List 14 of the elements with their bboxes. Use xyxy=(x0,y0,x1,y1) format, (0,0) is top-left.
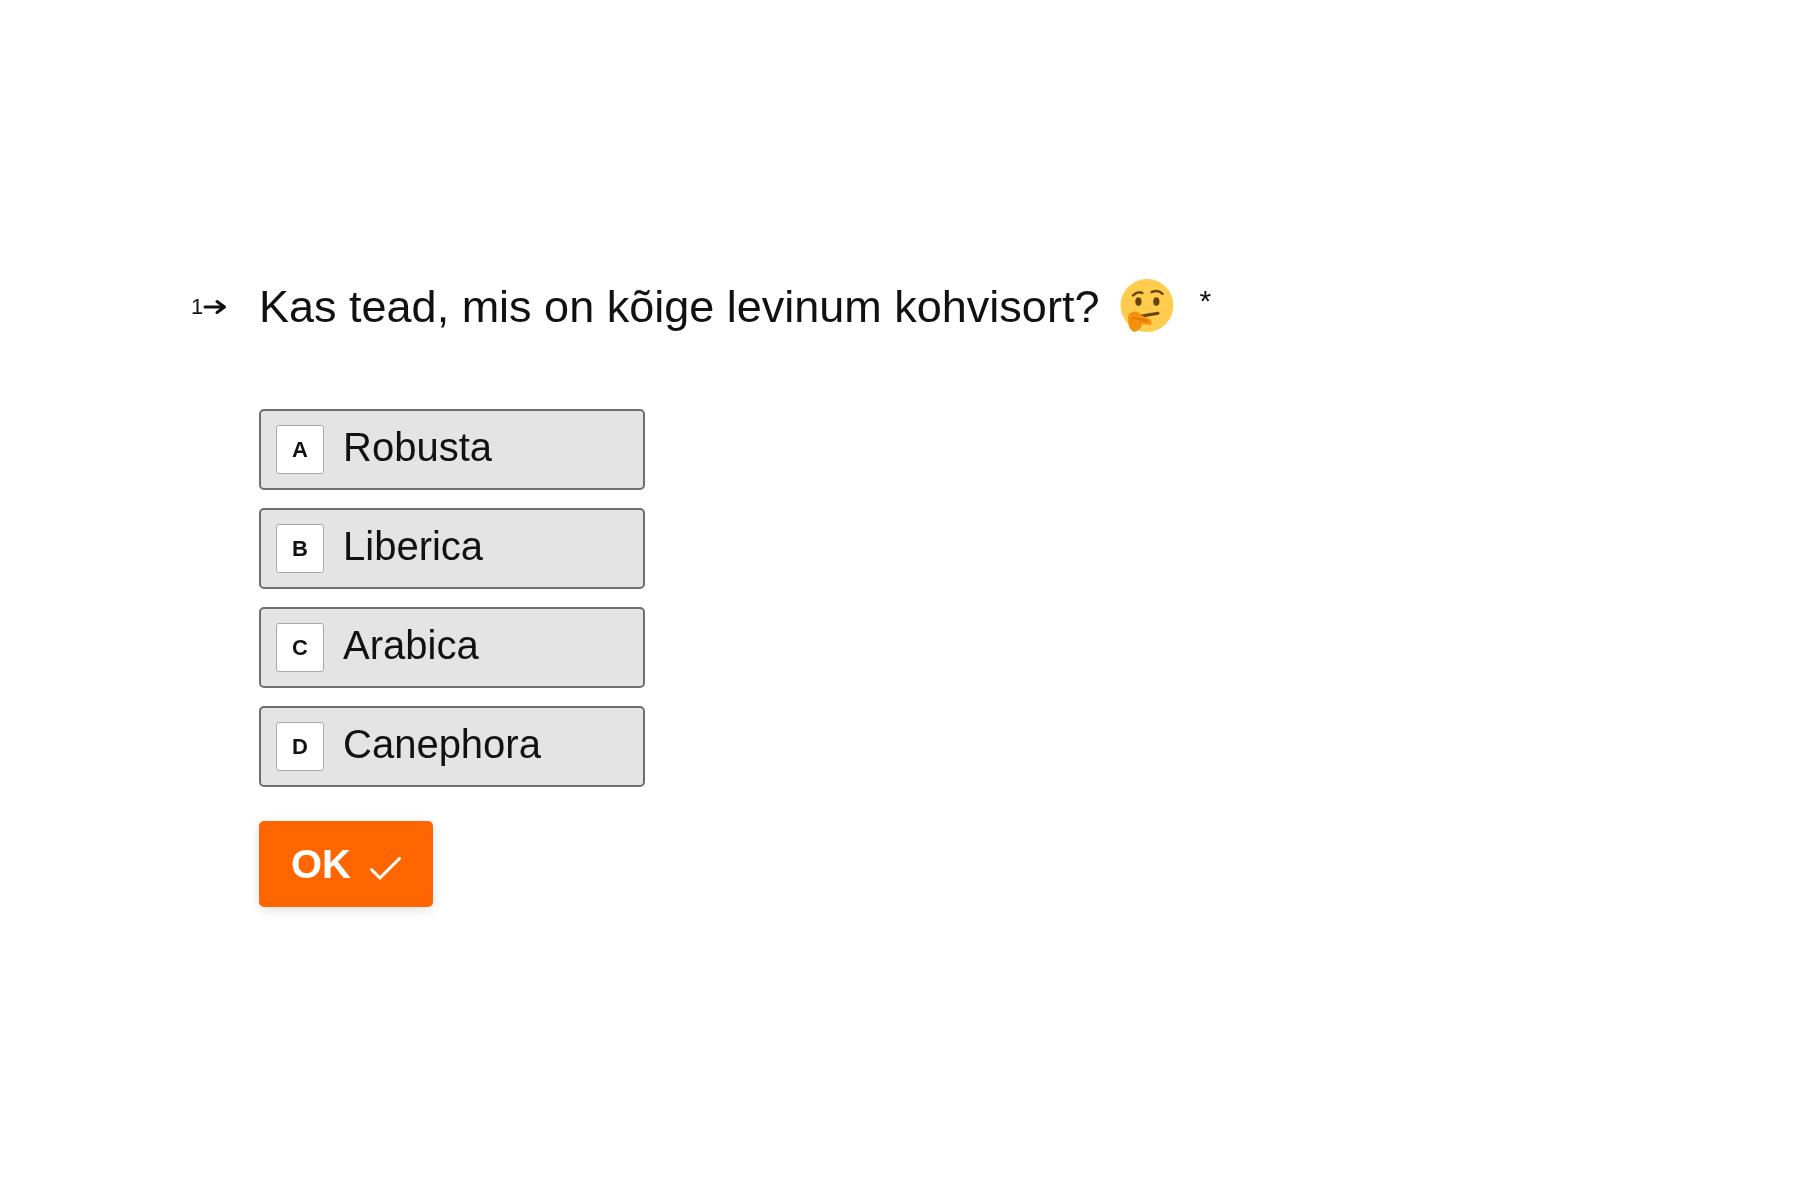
question-text: Kas tead, mis on kõige levinum kohvisort? xyxy=(259,280,1100,334)
key-hint: B xyxy=(276,524,324,573)
answer-option[interactable]: D Canephora xyxy=(259,706,645,787)
thinking-face-icon xyxy=(1119,279,1176,335)
answer-option[interactable]: C Arabica xyxy=(259,607,645,688)
answer-option[interactable]: B Liberica xyxy=(259,508,645,589)
key-hint: D xyxy=(276,722,324,771)
question-number: 1 xyxy=(191,296,201,318)
arrow-icon xyxy=(203,299,229,315)
required-mark: * xyxy=(1199,286,1212,316)
answer-option[interactable]: A Robusta xyxy=(259,409,645,490)
key-hint: C xyxy=(276,623,324,672)
key-hint: A xyxy=(276,425,324,474)
checkmark-icon xyxy=(370,856,401,880)
